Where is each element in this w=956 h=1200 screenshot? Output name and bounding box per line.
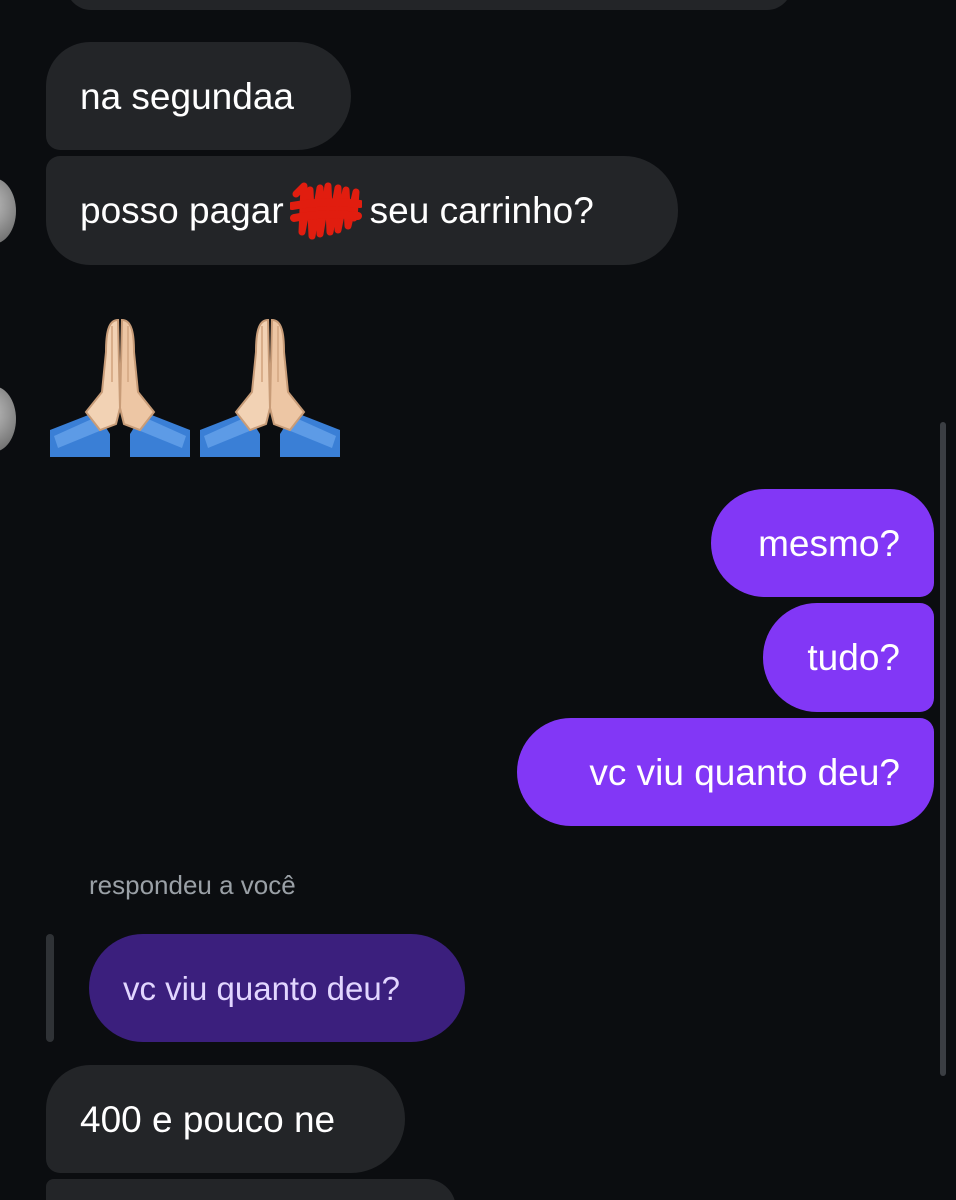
message-bubble-outgoing[interactable]: tudo? — [763, 603, 934, 712]
message-text: vc viu quanto deu? — [589, 751, 900, 793]
message-bubble-outgoing[interactable]: vc viu quanto deu? — [517, 718, 934, 826]
emoji-message[interactable] — [50, 312, 340, 457]
sender-avatar[interactable] — [0, 386, 16, 452]
scrollbar[interactable] — [940, 422, 946, 1076]
quoted-message[interactable]: vc viu quanto deu? — [89, 934, 465, 1042]
reply-indicator-bar — [46, 934, 54, 1042]
message-text-before: posso pagar — [80, 190, 284, 231]
message-text: tudo? — [807, 637, 900, 678]
message-bubble-partial[interactable] — [46, 1179, 456, 1200]
message-text: mesmo? — [758, 522, 900, 564]
folded-hands-icon — [50, 318, 190, 457]
message-text: 400 e pouco ne — [80, 1098, 336, 1140]
quoted-text: vc viu quanto deu? — [123, 969, 401, 1007]
message-text: na segundaa — [80, 75, 294, 117]
folded-hands-icon — [200, 318, 340, 457]
message-bubble-outgoing[interactable]: mesmo? — [711, 489, 934, 597]
redaction-scribble — [287, 182, 364, 240]
reply-label: respondeu a você — [89, 870, 296, 900]
message-text-after: seu carrinho? — [369, 190, 594, 231]
chat-thread[interactable]: na segundaa posso pagar seu carrinho? me… — [0, 0, 956, 1200]
sender-avatar[interactable] — [0, 178, 16, 244]
message-bubble-incoming[interactable]: na segundaa — [46, 42, 351, 150]
message-bubble-incoming[interactable]: 400 e pouco ne — [46, 1065, 405, 1173]
message-bubble-partial[interactable] — [66, 0, 792, 10]
message-bubble-incoming[interactable]: posso pagar seu carrinho? — [46, 156, 678, 265]
